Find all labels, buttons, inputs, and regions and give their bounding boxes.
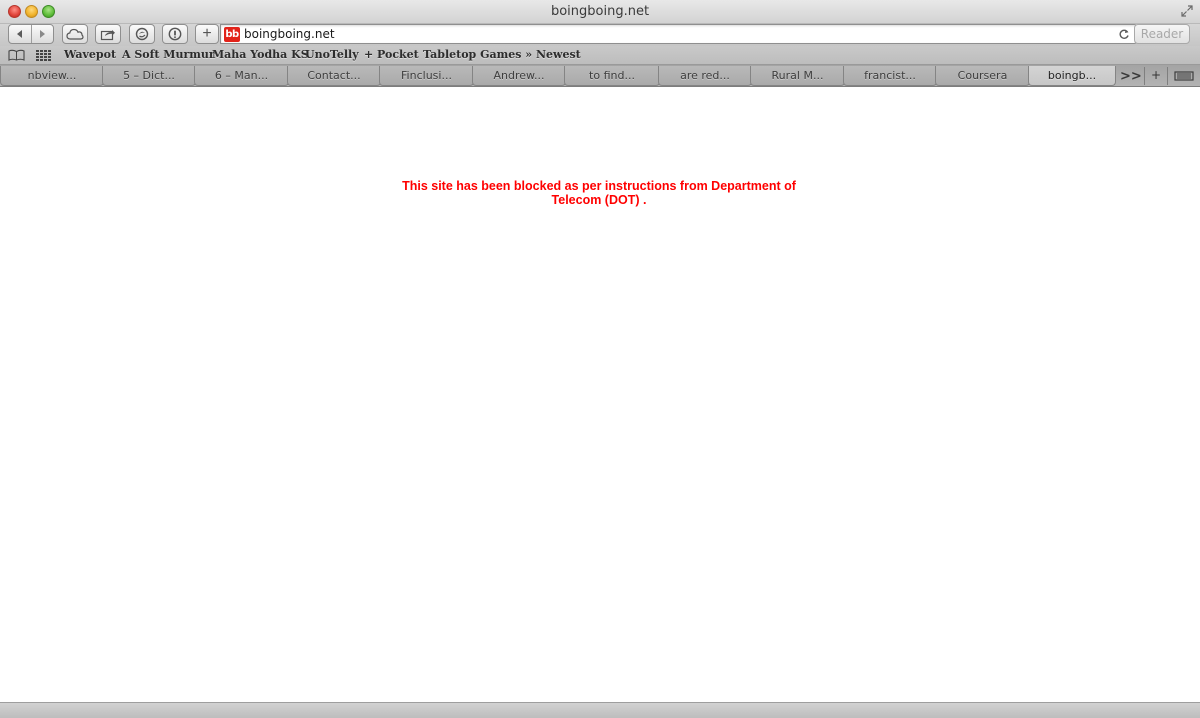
reload-icon[interactable]	[1118, 28, 1130, 40]
tab-overview-icon[interactable]	[1174, 70, 1194, 82]
tab-item[interactable]: to find...	[564, 66, 660, 86]
back-forward-buttons	[8, 24, 54, 44]
icloud-tabs-icon	[66, 28, 84, 40]
bookmark-tabletop-games[interactable]: Tabletop Games » Newest	[423, 48, 581, 61]
tab-item[interactable]: 5 – Dict...	[102, 66, 196, 86]
top-sites-grid-icon[interactable]	[36, 50, 52, 61]
bookmark-wavepot[interactable]: Wavepot	[64, 48, 116, 61]
fullscreen-icon[interactable]	[1180, 4, 1194, 18]
browser-toolbar: + bb boingboing.net Reader	[0, 24, 1200, 46]
forward-arrow-icon	[39, 30, 45, 38]
site-favicon: bb	[224, 27, 240, 42]
share-button[interactable]	[95, 24, 121, 44]
pocket-button[interactable]	[162, 24, 188, 44]
page-content: This site has been blocked as per instru…	[0, 88, 1200, 702]
tab-item[interactable]: 6 – Man...	[194, 66, 289, 86]
tab-item-active[interactable]: boingb...	[1028, 66, 1116, 86]
blocked-site-message: This site has been blocked as per instru…	[402, 179, 796, 207]
tab-item[interactable]: Contact...	[287, 66, 381, 86]
icloud-tabs-button[interactable]	[62, 24, 88, 44]
bookmark-a-soft-murmur[interactable]: A Soft Murmur	[122, 48, 215, 61]
tab-item[interactable]: Andrew...	[472, 66, 566, 86]
readlater-button[interactable]	[129, 24, 155, 44]
tab-item[interactable]: Coursera	[935, 66, 1030, 86]
tab-bar: nbview... 5 – Dict... 6 – Man... Contact…	[0, 65, 1200, 87]
back-arrow-icon	[17, 30, 23, 38]
share-icon	[100, 29, 115, 40]
tab-item[interactable]: Rural M...	[750, 66, 845, 86]
pocket-icon	[168, 27, 182, 41]
bookmark-pocket[interactable]: + Pocket	[364, 48, 419, 61]
status-bar	[0, 702, 1200, 718]
tab-overflow-button[interactable]: >>	[1120, 69, 1142, 84]
bookmark-unotelly[interactable]: UnoTelly	[305, 48, 359, 61]
reader-button[interactable]: Reader	[1134, 24, 1190, 44]
window-titlebar: boingboing.net	[0, 0, 1200, 24]
window-title: boingboing.net	[550, 4, 650, 19]
reading-list-icon[interactable]	[8, 49, 25, 61]
tab-item[interactable]: nbview...	[0, 66, 104, 86]
bookmarks-bar: Wavepot A Soft Murmur Maha Yodha KS UnoT…	[0, 46, 1200, 65]
tab-item[interactable]: Finclusi...	[379, 66, 474, 86]
tab-item[interactable]: francist...	[843, 66, 937, 86]
forward-button[interactable]	[32, 25, 54, 43]
add-bookmark-button[interactable]: +	[195, 24, 219, 44]
tab-item[interactable]: are red...	[658, 66, 752, 86]
address-bar[interactable]: bb boingboing.net	[220, 24, 1138, 44]
readlater-icon	[135, 27, 149, 41]
url-input[interactable]: boingboing.net	[244, 27, 335, 41]
new-tab-button[interactable]: +	[1144, 67, 1168, 85]
bookmark-maha-yodha-ks[interactable]: Maha Yodha KS	[212, 48, 309, 61]
back-button[interactable]	[9, 25, 31, 43]
